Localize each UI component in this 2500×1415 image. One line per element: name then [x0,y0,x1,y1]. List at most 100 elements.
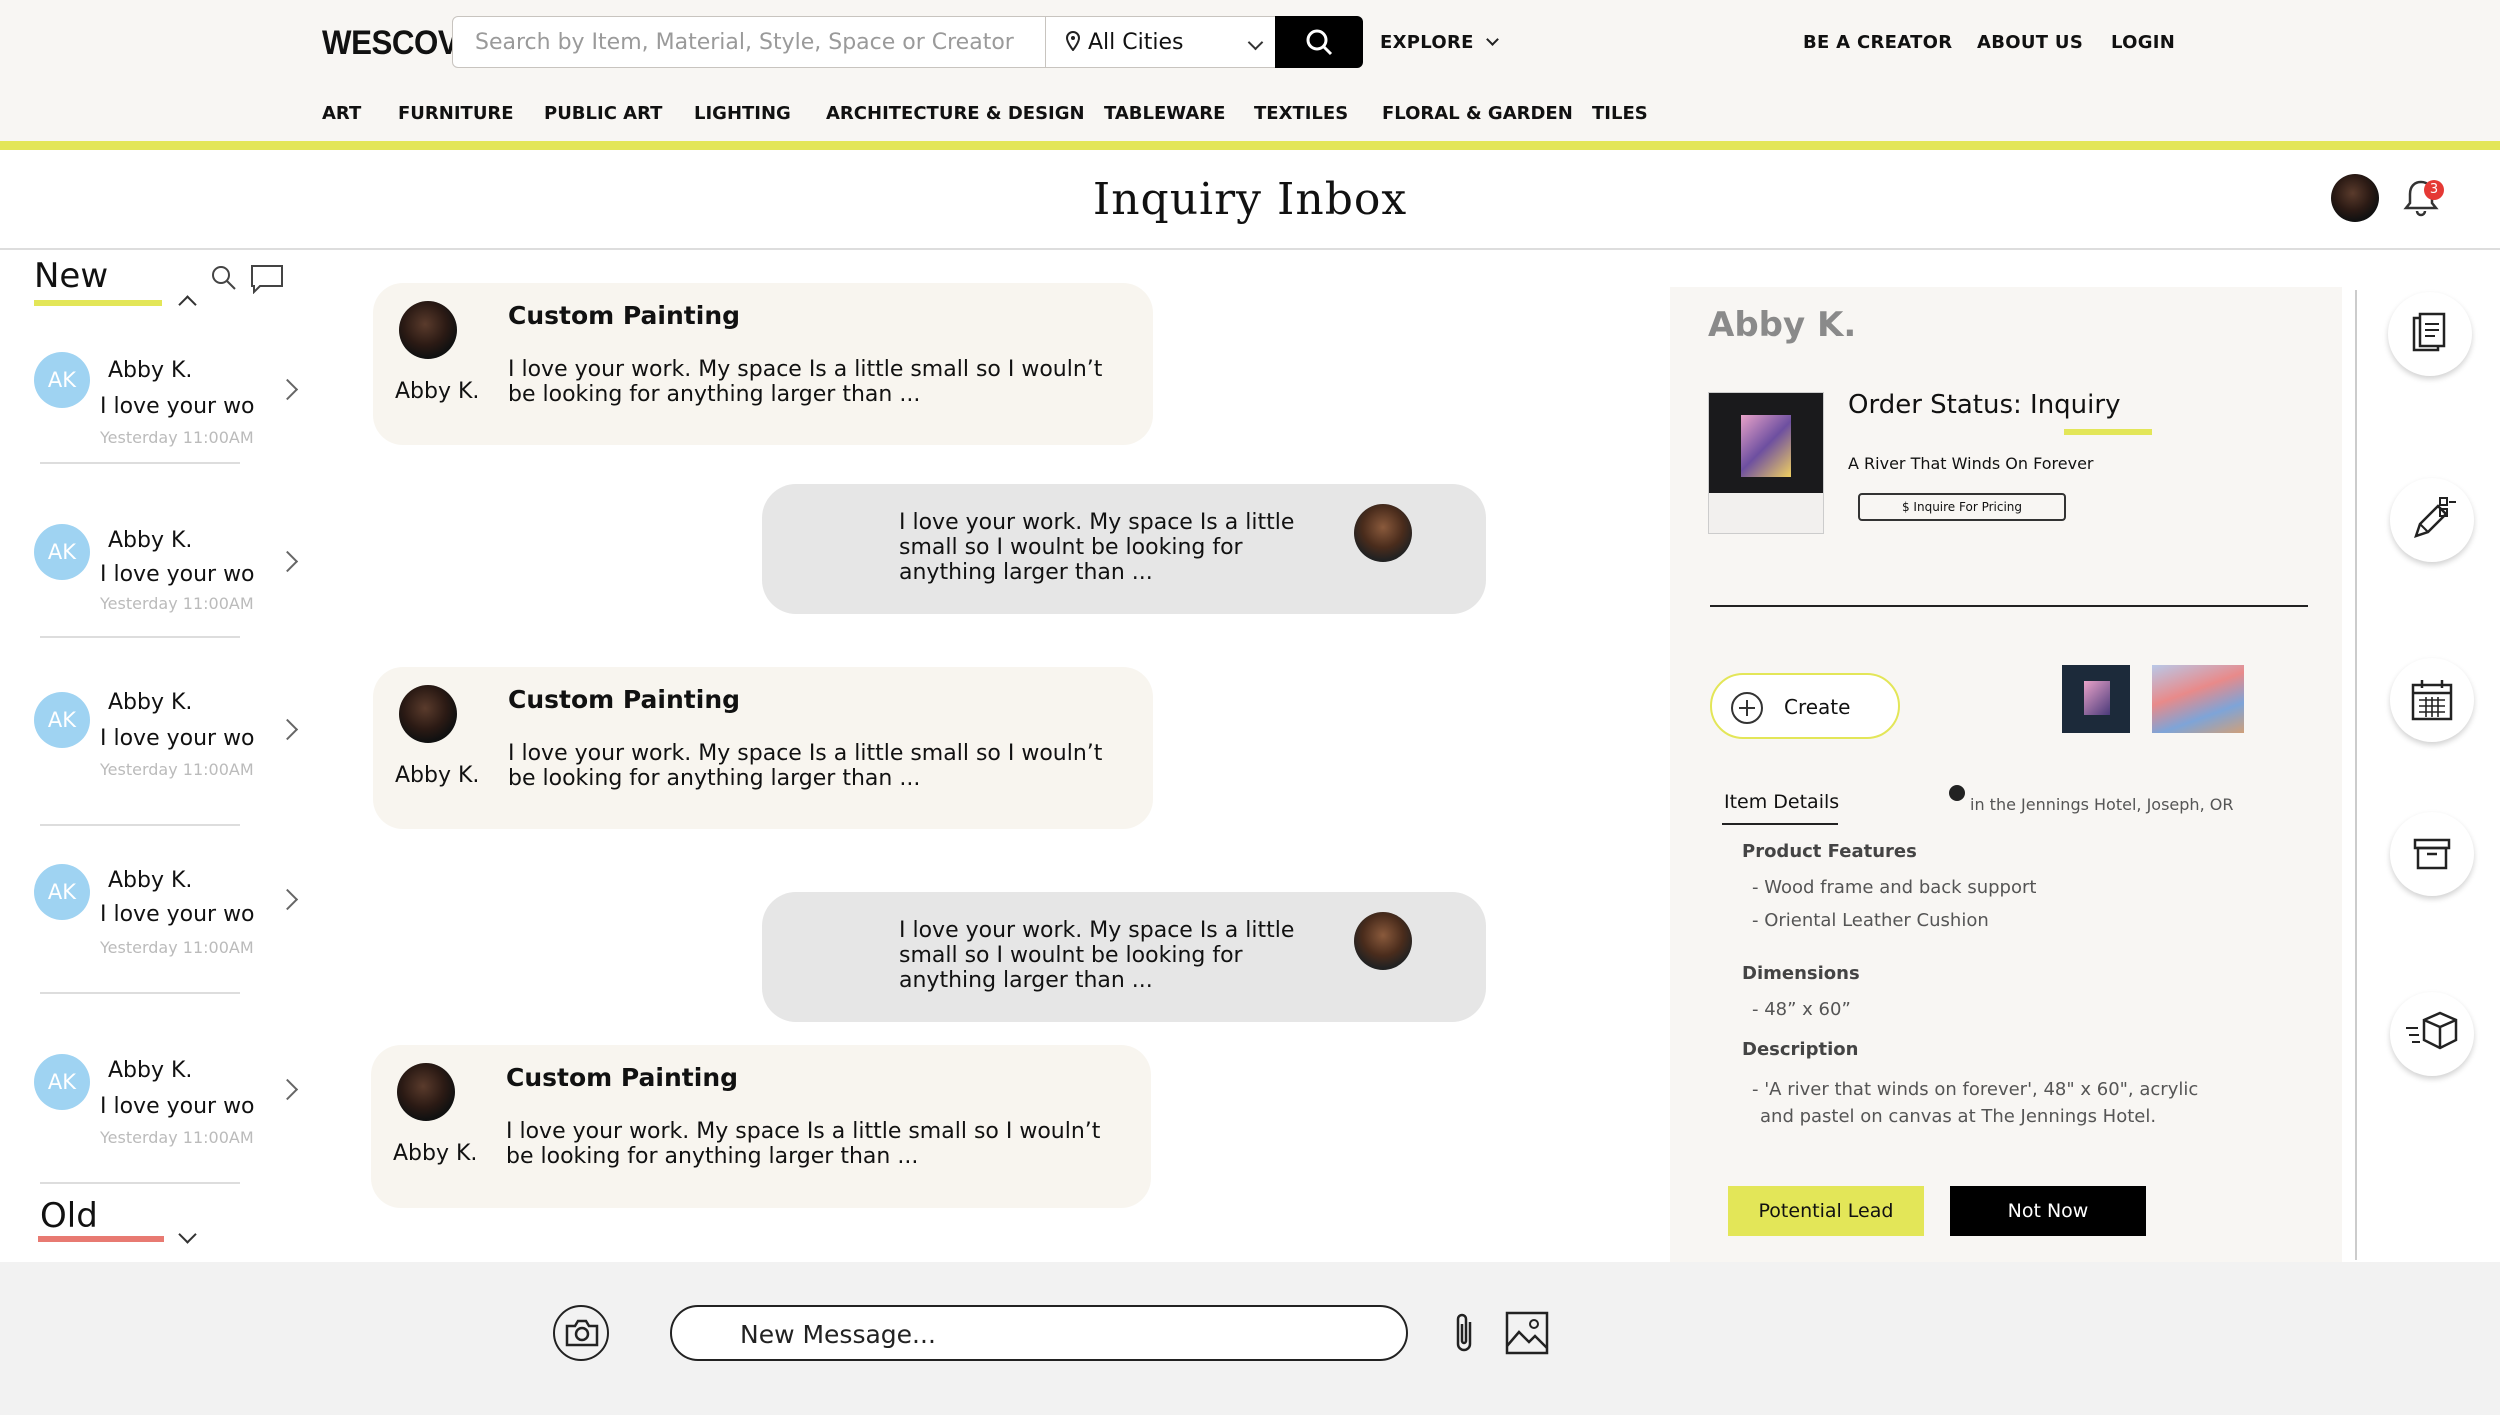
chevron-down-icon[interactable] [178,1225,197,1244]
dimensions-value: - 48” x 60” [1752,999,1851,1020]
create-button[interactable]: Create [1710,673,1900,739]
category-tableware[interactable]: TABLEWARE [1104,103,1225,124]
category-textiles[interactable]: TEXTILES [1254,103,1348,124]
conversation-preview: I love your wo [100,394,255,419]
bed-image [1709,493,1823,533]
description-heading: Description [1742,1039,1859,1060]
calendar-button[interactable] [2390,658,2474,742]
plus-circle-icon [1731,692,1763,724]
description-line: - 'A river that winds on forever', 48" x… [1752,1079,2199,1100]
feature-item: - Oriental Leather Cushion [1752,910,1989,931]
camera-button[interactable] [553,1305,609,1361]
notes-button[interactable] [2388,292,2472,376]
chat-icon[interactable] [250,264,284,294]
chevron-right-icon [276,1078,299,1101]
create-label: Create [1784,695,1851,719]
message-outgoing[interactable]: I love your work. My space Is a little s… [762,484,1486,614]
divider [40,462,240,464]
message-input[interactable]: New Message... [670,1305,1408,1361]
inquire-pricing-button[interactable]: $ Inquire For Pricing [1858,493,2066,521]
my-avatar [1354,504,1412,562]
conversation-time: Yesterday 11:00AM [100,594,254,613]
order-status: Order Status: Inquiry [1848,390,2120,420]
panel-scrollbar[interactable] [2355,290,2357,1260]
explore-menu[interactable]: EXPLORE [1380,32,1500,53]
conversation-item[interactable]: AK Abby K. I love your wo Yesterday 11:0… [34,350,314,464]
message-incoming[interactable]: Abby K. Custom Painting I love your work… [373,283,1153,445]
message-incoming[interactable]: Abby K. Custom Painting I love your work… [373,667,1153,829]
archive-button[interactable] [2390,812,2474,896]
search-button[interactable] [1275,16,1363,68]
search-input[interactable]: Search by Item, Material, Style, Space o… [475,30,1014,55]
new-section-label[interactable]: New [34,256,108,296]
site-header: WESCOVER Search by Item, Material, Style… [0,0,2500,150]
notification-badge: 3 [2424,180,2444,200]
sender-name: Abby K. [393,1141,478,1166]
gallery-thumbnail[interactable] [2152,665,2244,733]
category-tiles[interactable]: TILES [1592,103,1648,124]
about-us-link[interactable]: ABOUT US [1977,32,2083,53]
artwork-thumbnail[interactable] [1708,392,1824,534]
document-icon [2412,312,2446,352]
sender-avatar [397,1063,455,1121]
message-incoming[interactable]: Abby K. Custom Painting I love your work… [371,1045,1151,1208]
category-architecture-design[interactable]: ARCHITECTURE & DESIGN [826,103,1085,124]
edit-button[interactable] [2390,478,2474,562]
category-lighting[interactable]: LIGHTING [694,103,791,124]
message-title: Custom Painting [506,1063,739,1092]
conversation-preview: I love your wo [100,1094,255,1119]
conversation-item[interactable]: AK Abby K. I love your wo Yesterday 11:0… [34,520,314,638]
message-body: I love your work. My space Is a little s… [899,510,1295,585]
message-outgoing[interactable]: I love your work. My space Is a little s… [762,892,1486,1022]
be-a-creator-link[interactable]: BE A CREATOR [1803,32,1952,53]
conversation-item[interactable]: AK Abby K. I love your wo Yesterday 11:0… [34,684,314,826]
notifications-button[interactable]: 3 [2402,176,2446,220]
inquiry-detail-panel: Abby K. Order Status: Inquiry A River Th… [1670,287,2342,1287]
page-title: Inquiry Inbox [1092,174,1408,225]
image-icon[interactable] [1504,1310,1550,1356]
chevron-up-icon[interactable] [178,295,197,314]
tab-underline [1722,823,1838,825]
message-title: Custom Painting [508,685,741,714]
city-select[interactable]: All Cities [1045,17,1275,67]
conversation-name: Abby K. [108,528,193,553]
conversation-preview: I love your wo [100,562,255,587]
category-public-art[interactable]: PUBLIC ART [544,103,662,124]
city-value: All Cities [1088,30,1184,55]
paperclip-icon[interactable] [1450,1310,1478,1356]
features-heading: Product Features [1742,841,1917,862]
conversation-name: Abby K. [108,868,193,893]
conversation-item[interactable]: AK Abby K. I love your wo Yesterday 11:0… [34,862,314,994]
conversation-item[interactable]: AK Abby K. I love your wo Yesterday 11:0… [34,1052,314,1184]
shipping-button[interactable] [2390,992,2474,1076]
divider [40,636,240,638]
package-icon [2406,1011,2458,1050]
gallery-thumbnail[interactable] [2062,665,2130,733]
login-link[interactable]: LOGIN [2111,32,2175,53]
conversation-name: Abby K. [108,690,193,715]
divider [40,824,240,826]
chevron-right-icon [276,718,299,741]
chevron-right-icon [276,378,299,401]
customer-name: Abby K. [1708,305,1857,345]
title-divider [0,248,2500,250]
order-status-label: Order Status: [1848,390,2031,420]
not-now-button[interactable]: Not Now [1950,1186,2146,1236]
message-composer: New Message... [0,1262,2500,1415]
search-icon[interactable] [210,264,238,292]
chevron-down-icon [1486,33,1500,46]
conversation-preview: I love your wo [100,902,255,927]
potential-lead-button[interactable]: Potential Lead [1728,1186,1924,1236]
description-line: and pastel on canvas at The Jennings Hot… [1760,1106,2157,1127]
category-art[interactable]: ART [322,103,361,124]
avatar: AK [34,352,90,408]
message-body: I love your work. My space Is a little s… [508,357,1103,407]
calendar-icon [2411,680,2453,721]
chevron-right-icon [276,888,299,911]
category-floral-garden[interactable]: FLORAL & GARDEN [1382,103,1573,124]
user-avatar[interactable] [2331,174,2379,222]
old-section-label[interactable]: Old [40,1196,98,1236]
tab-item-details[interactable]: Item Details [1724,791,1839,813]
avatar: AK [34,864,90,920]
category-furniture[interactable]: FURNITURE [398,103,514,124]
